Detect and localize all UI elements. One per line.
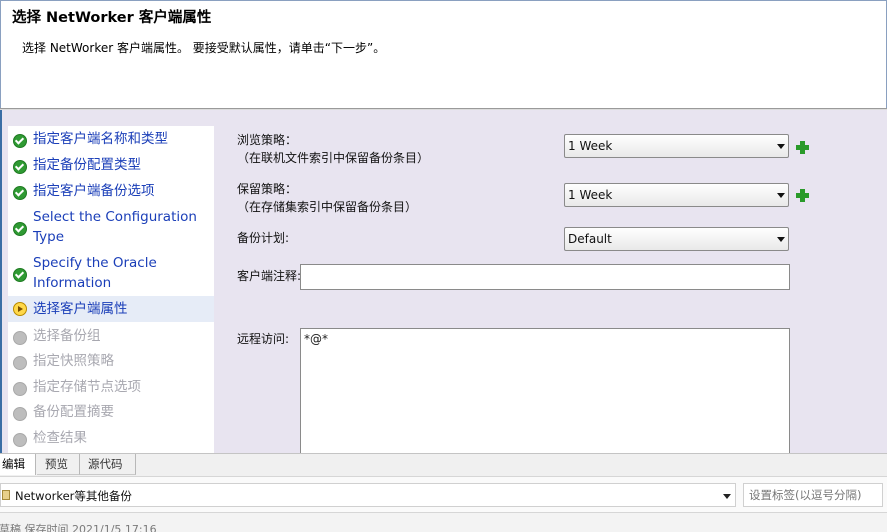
wizard-header: 选择 NetWorker 客户端属性 选择 NetWorker 客户端属性。 要… xyxy=(0,0,887,109)
document-icon xyxy=(2,490,10,500)
gray-circle-icon xyxy=(13,382,27,396)
browse-policy-hint: （在联机文件索引中保留备份条目） xyxy=(237,151,430,165)
retention-policy-select[interactable]: 1 Week xyxy=(564,183,789,207)
check-circle-icon xyxy=(13,186,27,200)
step-storage-node[interactable]: 指定存储节点选项 xyxy=(8,377,214,399)
category-select[interactable]: Networker等其他备份 xyxy=(0,483,736,507)
arrow-circle-icon xyxy=(13,302,27,316)
step-label: 检查结果 xyxy=(33,430,87,446)
add-retention-policy-plus-icon[interactable] xyxy=(796,189,809,202)
remote-access-value: *@* xyxy=(304,332,328,346)
step-label: Specify the Oracle Information xyxy=(33,255,157,291)
check-circle-icon xyxy=(13,222,27,236)
add-browse-policy-plus-icon[interactable] xyxy=(796,141,809,154)
step-select-configuration-type[interactable]: Select the Configuration Type xyxy=(8,207,214,249)
client-comment-input[interactable] xyxy=(300,264,790,290)
browse-policy-select[interactable]: 1 Week xyxy=(564,134,789,158)
step-backup-group[interactable]: 选择备份组 xyxy=(8,326,214,348)
browse-policy-label: 浏览策略： xyxy=(237,133,298,147)
step-check-results[interactable]: 检查结果 xyxy=(8,428,214,450)
retention-policy-hint: （在存储集索引中保留备份条目） xyxy=(237,200,418,214)
retention-policy-value: 1 Week xyxy=(568,188,613,202)
window-edge xyxy=(0,110,2,453)
chevron-down-icon xyxy=(723,494,731,499)
chevron-down-icon xyxy=(777,144,785,149)
step-label: 备份配置摘要 xyxy=(33,404,114,420)
wizard-steps: 指定客户端名称和类型 指定备份配置类型 指定客户端备份选项 Select the… xyxy=(8,126,214,453)
step-label: 选择客户端属性 xyxy=(33,301,128,317)
status-bar: 草稿 保存时间 2021/1/5 17:16 xyxy=(0,512,887,532)
tab-edit[interactable]: 编辑 xyxy=(0,454,36,475)
remote-access-textarea[interactable]: *@* xyxy=(300,328,790,453)
save-status-text: 草稿 保存时间 2021/1/5 17:16 xyxy=(0,523,157,532)
check-circle-icon xyxy=(13,134,27,148)
client-comment-label: 客户端注释: xyxy=(237,269,302,283)
step-client-properties[interactable]: 选择客户端属性 xyxy=(8,296,214,322)
step-backup-config-type[interactable]: 指定备份配置类型 xyxy=(8,155,214,177)
page-title: 选择 NetWorker 客户端属性 xyxy=(12,10,212,26)
step-label: 指定客户端备份选项 xyxy=(33,183,155,199)
browse-policy-value: 1 Week xyxy=(568,139,613,153)
step-label: 指定快照策略 xyxy=(33,353,114,369)
gray-circle-icon xyxy=(13,331,27,345)
step-label: 指定备份配置类型 xyxy=(33,157,141,173)
gray-circle-icon xyxy=(13,356,27,370)
post-options-bar: Networker等其他备份 xyxy=(0,476,887,513)
backup-schedule-value: Default xyxy=(568,232,612,246)
tab-preview[interactable]: 预览 xyxy=(37,454,80,475)
step-client-name-type[interactable]: 指定客户端名称和类型 xyxy=(8,129,214,151)
step-label: 指定客户端名称和类型 xyxy=(33,131,168,147)
gray-circle-icon xyxy=(13,433,27,447)
check-circle-icon xyxy=(13,268,27,282)
gray-circle-icon xyxy=(13,407,27,421)
editor-tab-bar: 编辑 预览 源代码 xyxy=(0,453,887,476)
check-circle-icon xyxy=(13,160,27,174)
backup-schedule-label: 备份计划: xyxy=(237,231,290,245)
step-specify-oracle-info[interactable]: Specify the Oracle Information xyxy=(8,253,214,295)
step-client-backup-options[interactable]: 指定客户端备份选项 xyxy=(8,181,214,203)
step-config-summary[interactable]: 备份配置摘要 xyxy=(8,402,214,424)
chevron-down-icon xyxy=(777,193,785,198)
backup-schedule-select[interactable]: Default xyxy=(564,227,789,251)
step-label: Select the Configuration Type xyxy=(33,209,197,245)
step-label: 指定存储节点选项 xyxy=(33,379,141,395)
chevron-down-icon xyxy=(777,237,785,242)
page-subtitle: 选择 NetWorker 客户端属性。 要接受默认属性，请单击“下一步”。 xyxy=(22,41,386,55)
remote-access-label: 远程访问: xyxy=(237,332,290,346)
category-value: Networker等其他备份 xyxy=(15,489,132,503)
tab-source[interactable]: 源代码 xyxy=(80,454,136,475)
retention-policy-label: 保留策略： xyxy=(237,182,298,196)
step-snapshot-policy[interactable]: 指定快照策略 xyxy=(8,351,214,373)
tags-input[interactable] xyxy=(743,483,883,507)
step-label: 选择备份组 xyxy=(33,328,101,344)
